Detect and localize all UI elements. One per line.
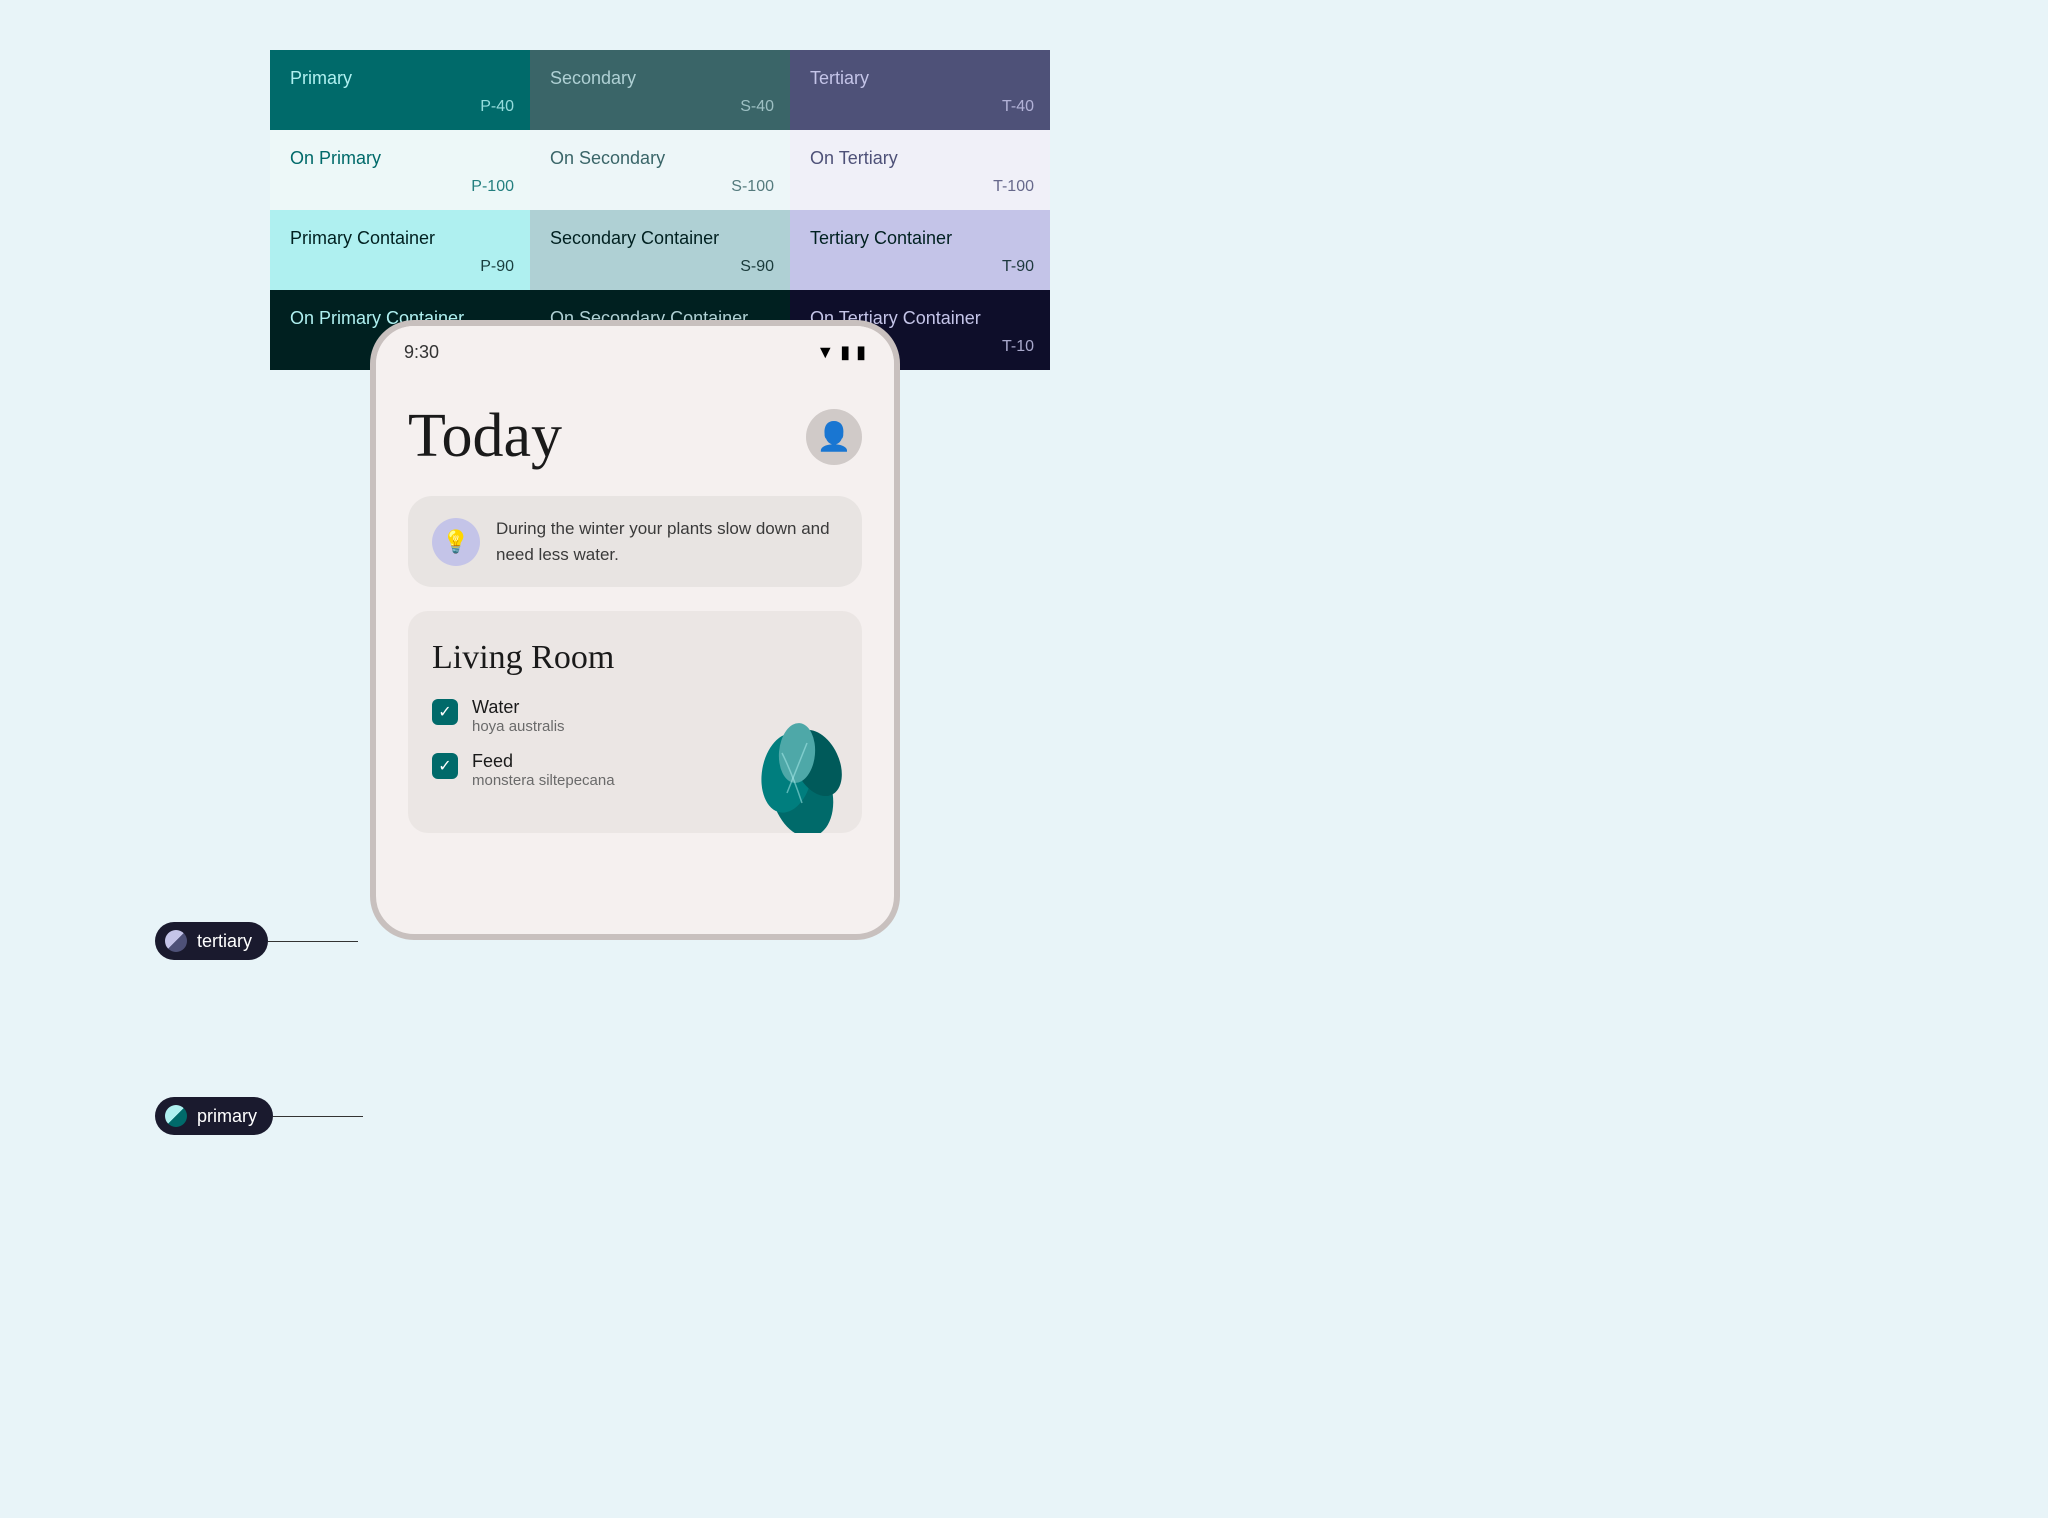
task-plant-water: hoya australis — [472, 718, 565, 735]
task-action-feed: Feed — [472, 751, 615, 772]
phone-header: Today 👤 — [408, 401, 862, 472]
annotation-pill-primary: primary — [155, 1097, 273, 1135]
annotation-line-tertiary — [268, 941, 358, 942]
color-cell-secondary-40: Secondary S-40 — [530, 50, 790, 130]
color-code: T-90 — [1002, 258, 1034, 276]
color-cell-on-tertiary: On Tertiary T-100 — [790, 130, 1050, 210]
lightbulb-icon: 💡 — [442, 529, 469, 555]
annotation-tertiary: tertiary — [155, 922, 358, 960]
color-cell-tertiary-container: Tertiary Container T-90 — [790, 210, 1050, 290]
color-cell-primary-40: Primary P-40 — [270, 50, 530, 130]
color-label: Tertiary Container — [810, 228, 952, 249]
color-label: Secondary Container — [550, 228, 719, 249]
checkmark-icon-2: ✓ — [438, 756, 451, 776]
color-label: Tertiary — [810, 68, 869, 89]
checkmark-icon: ✓ — [438, 702, 451, 722]
color-label: On Tertiary — [810, 148, 898, 169]
color-label: On Secondary — [550, 148, 665, 169]
primary-dot — [165, 1105, 187, 1127]
task-text-water: Water hoya australis — [472, 697, 565, 735]
color-label: Secondary — [550, 68, 636, 89]
annotation-label-tertiary: tertiary — [197, 931, 252, 952]
tertiary-dot — [165, 930, 187, 952]
color-cell-on-primary: On Primary P-100 — [270, 130, 530, 210]
tip-icon-wrap: 💡 — [432, 518, 480, 566]
plant-svg — [732, 673, 852, 833]
task-plant-feed: monstera siltepecana — [472, 772, 615, 789]
annotation-line-primary — [273, 1116, 363, 1117]
task-action-water: Water — [472, 697, 565, 718]
phone-body: 9:30 ▼ ▮ ▮ Today 👤 💡 During the wint — [370, 320, 900, 940]
annotation-pill-tertiary: tertiary — [155, 922, 268, 960]
checkbox-water[interactable]: ✓ — [432, 699, 458, 725]
color-code: S-90 — [740, 258, 774, 276]
color-cell-tertiary-40: Tertiary T-40 — [790, 50, 1050, 130]
color-label: On Primary — [290, 148, 381, 169]
color-code: T-40 — [1002, 98, 1034, 116]
tip-text: During the winter your plants slow down … — [496, 516, 838, 567]
signal-icon: ▮ — [840, 342, 850, 363]
checkbox-feed[interactable]: ✓ — [432, 753, 458, 779]
phone-content: Today 👤 💡 During the winter your plants … — [376, 371, 894, 863]
color-code: T-10 — [1002, 338, 1034, 356]
user-icon: 👤 — [817, 420, 852, 453]
battery-icon: ▮ — [856, 342, 866, 363]
color-cell-on-secondary: On Secondary S-100 — [530, 130, 790, 210]
room-card: Living Room ✓ Water hoya australis ✓ — [408, 611, 862, 833]
color-code: P-40 — [480, 98, 514, 116]
color-code: S-100 — [731, 178, 774, 196]
status-time: 9:30 — [404, 342, 439, 363]
color-label: Primary Container — [290, 228, 435, 249]
plant-decoration — [732, 673, 852, 833]
room-title: Living Room — [432, 639, 838, 677]
color-code: S-40 — [740, 98, 774, 116]
wifi-icon: ▼ — [816, 342, 834, 363]
status-icons: ▼ ▮ ▮ — [816, 342, 866, 363]
color-cell-primary-container: Primary Container P-90 — [270, 210, 530, 290]
annotation-label-primary: primary — [197, 1106, 257, 1127]
avatar-button[interactable]: 👤 — [806, 409, 862, 465]
status-bar: 9:30 ▼ ▮ ▮ — [376, 326, 894, 371]
task-text-feed: Feed monstera siltepecana — [472, 751, 615, 789]
phone-title: Today — [408, 401, 562, 472]
color-code: T-100 — [993, 178, 1034, 196]
phone-mockup: 9:30 ▼ ▮ ▮ Today 👤 💡 During the wint — [370, 320, 930, 940]
color-cell-secondary-container: Secondary Container S-90 — [530, 210, 790, 290]
color-code: P-100 — [471, 178, 514, 196]
color-code: P-90 — [480, 258, 514, 276]
color-label: Primary — [290, 68, 352, 89]
tip-card: 💡 During the winter your plants slow dow… — [408, 496, 862, 587]
annotation-primary: primary — [155, 1097, 363, 1135]
